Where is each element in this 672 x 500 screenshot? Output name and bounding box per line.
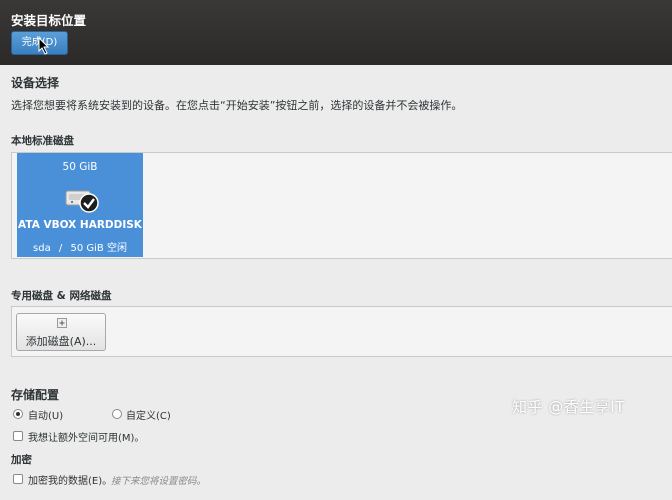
auto-partition-radio[interactable]: [13, 409, 23, 419]
extra-space-checkbox[interactable]: [13, 431, 23, 441]
add-disk-button[interactable]: 添加磁盘(A)...: [16, 313, 106, 351]
encrypt-hint: 接下来您将设置密码。: [111, 476, 207, 487]
disk-separator: /: [58, 243, 63, 254]
encrypt-label[interactable]: 加密我的数据(E)。: [28, 472, 112, 487]
extra-space-label[interactable]: 我想让额外空间可用(M)。: [28, 429, 144, 444]
custom-partition-label[interactable]: 自定义(C): [126, 407, 171, 422]
storage-config-title: 存储配置: [11, 388, 60, 402]
add-disk-label: 添加磁盘(A)...: [25, 335, 97, 348]
add-disk-icon: [57, 318, 67, 328]
encrypt-checkbox[interactable]: [13, 474, 23, 484]
harddisk-icon: [65, 190, 99, 213]
header-bar: 安装目标位置 完成(D): [0, 0, 672, 65]
disk-free: 50 GiB 空闲: [70, 243, 127, 254]
page-title: 安装目标位置: [11, 13, 87, 28]
disk-device: sda: [33, 243, 51, 254]
special-disks-title: 专用磁盘 & 网络磁盘: [11, 290, 112, 302]
device-selection-description: 选择您想要将系统安装到的设备。在您点击“开始安装”按钮之前，选择的设备并不会被操…: [11, 99, 463, 112]
mouse-cursor-icon: [38, 37, 50, 55]
encryption-title: 加密: [11, 454, 32, 466]
watermark: 知乎 @香生享IT: [512, 398, 625, 416]
custom-partition-radio[interactable]: [112, 409, 122, 419]
auto-partition-label[interactable]: 自动(U): [28, 407, 63, 422]
disk-size: 50 GiB: [62, 161, 98, 173]
special-disks-panel: 添加磁盘(A)...: [11, 306, 672, 357]
disk-tile-sda[interactable]: 50 GiB ATA VBOX HARDDISK sda / 50 GiB 空闲: [17, 153, 143, 257]
main-content: 设备选择 选择您想要将系统安装到的设备。在您点击“开始安装”按钮之前，选择的设备…: [0, 65, 672, 500]
local-disks-title: 本地标准磁盘: [11, 135, 74, 147]
disk-name: ATA VBOX HARDDISK: [18, 219, 142, 231]
device-selection-title: 设备选择: [11, 76, 60, 90]
local-disks-panel: 50 GiB ATA VBOX HARDDISK sda / 50 GiB 空闲: [11, 152, 672, 259]
disk-details: sda / 50 GiB 空闲: [17, 239, 143, 254]
